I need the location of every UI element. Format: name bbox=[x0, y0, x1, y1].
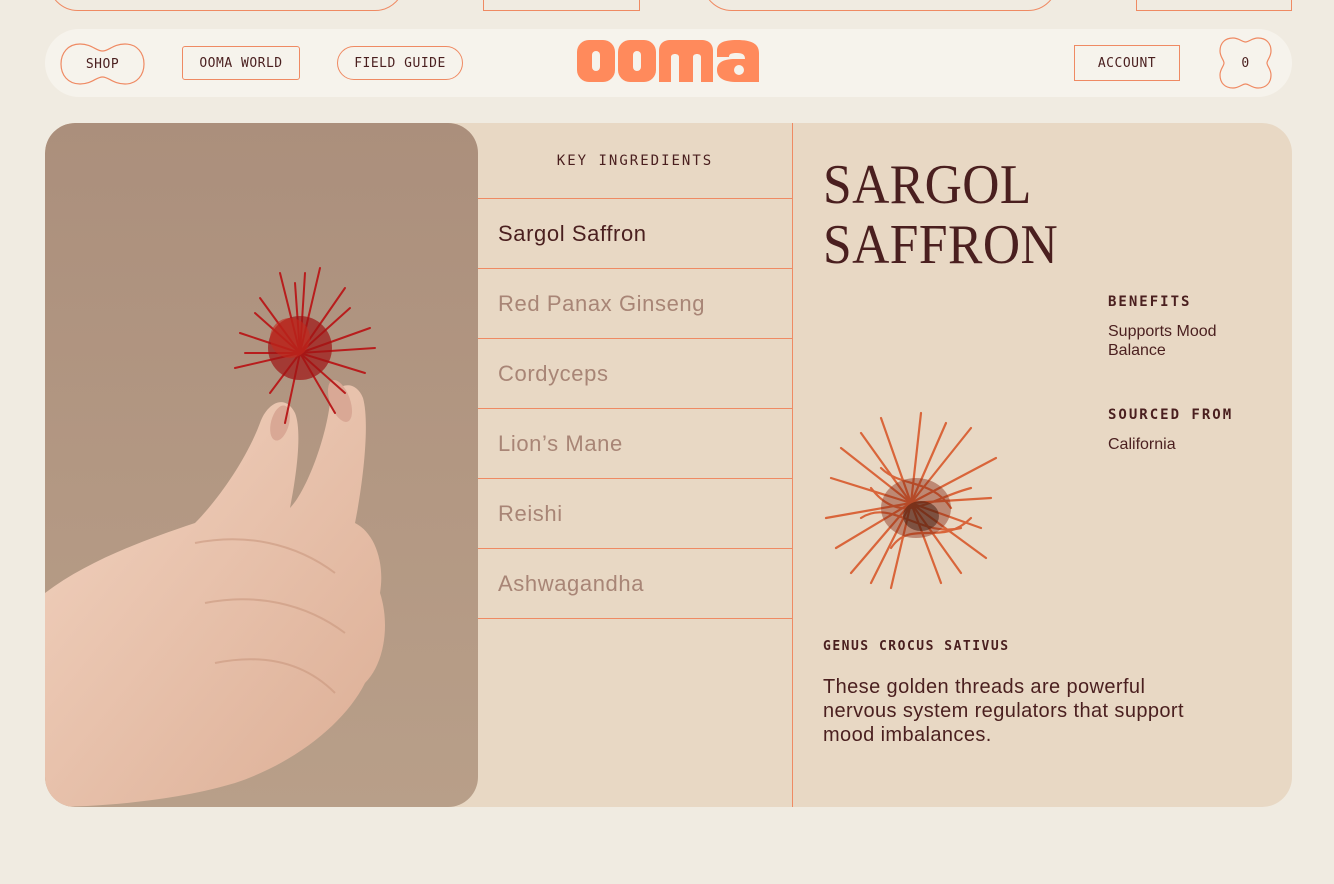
ingredient-title-line1: SARGOL bbox=[823, 154, 1032, 216]
cart-button[interactable]: 0 bbox=[1219, 37, 1272, 89]
hand-saffron-illustration bbox=[45, 267, 385, 807]
ingredient-item[interactable]: Reishi bbox=[478, 479, 792, 549]
account-button[interactable]: ACCOUNT bbox=[1074, 45, 1180, 81]
ingredient-item[interactable]: Cordyceps bbox=[478, 339, 792, 409]
ingredient-card: KEY INGREDIENTS Sargol Saffron Red Panax… bbox=[45, 123, 1292, 807]
ingredient-item[interactable]: Lion’s Mane bbox=[478, 409, 792, 479]
sourced-from-label: SOURCED FROM bbox=[1108, 407, 1234, 423]
clipped-button-3[interactable] bbox=[702, 0, 1058, 11]
ooma-world-label: OOMA WORLD bbox=[199, 55, 283, 71]
benefits-label: BENEFITS bbox=[1108, 294, 1192, 310]
ingredient-title: SARGOL SAFFRON bbox=[823, 155, 1127, 275]
clipped-button-2[interactable] bbox=[483, 0, 640, 11]
shop-button[interactable]: SHOP bbox=[60, 43, 145, 85]
shop-label: SHOP bbox=[85, 56, 120, 72]
ingredient-description: These golden threads are powerful nervou… bbox=[823, 676, 1184, 746]
ooma-logo[interactable]: ooma bbox=[577, 39, 760, 87]
key-ingredients-heading: KEY INGREDIENTS bbox=[478, 123, 792, 199]
field-guide-button[interactable]: FIELD GUIDE bbox=[337, 46, 463, 80]
clipped-button-4[interactable] bbox=[1136, 0, 1292, 11]
clipped-button-1[interactable] bbox=[48, 0, 405, 11]
ingredient-item[interactable]: Red Panax Ginseng bbox=[478, 269, 792, 339]
sourced-from-value: California bbox=[1108, 436, 1176, 453]
field-guide-label: FIELD GUIDE bbox=[354, 55, 446, 71]
cart-count: 0 bbox=[1241, 55, 1250, 71]
account-label: ACCOUNT bbox=[1097, 55, 1157, 71]
ingredient-list: KEY INGREDIENTS Sargol Saffron Red Panax… bbox=[478, 123, 793, 807]
benefits-value: Supports Mood Balance bbox=[1108, 323, 1217, 359]
ooma-logo-icon: ooma bbox=[577, 40, 759, 82]
ingredient-item[interactable]: Ashwagandha bbox=[478, 549, 792, 619]
ooma-world-button[interactable]: OOMA WORLD bbox=[182, 46, 300, 80]
ingredient-detail: SARGOL SAFFRON BENEFITS Supports Mood Ba… bbox=[793, 123, 1292, 807]
top-nav: SHOP OOMA WORLD FIELD GUIDE ooma ACCOUNT… bbox=[45, 29, 1292, 97]
saffron-pile-image bbox=[821, 408, 1001, 597]
ingredient-title-line2: SAFFRON bbox=[823, 214, 1059, 276]
hand-holding-saffron-photo bbox=[45, 123, 478, 807]
ingredient-item[interactable]: Sargol Saffron bbox=[478, 199, 792, 269]
genus-label: GENUS CROCUS SATIVUS bbox=[823, 639, 1010, 654]
